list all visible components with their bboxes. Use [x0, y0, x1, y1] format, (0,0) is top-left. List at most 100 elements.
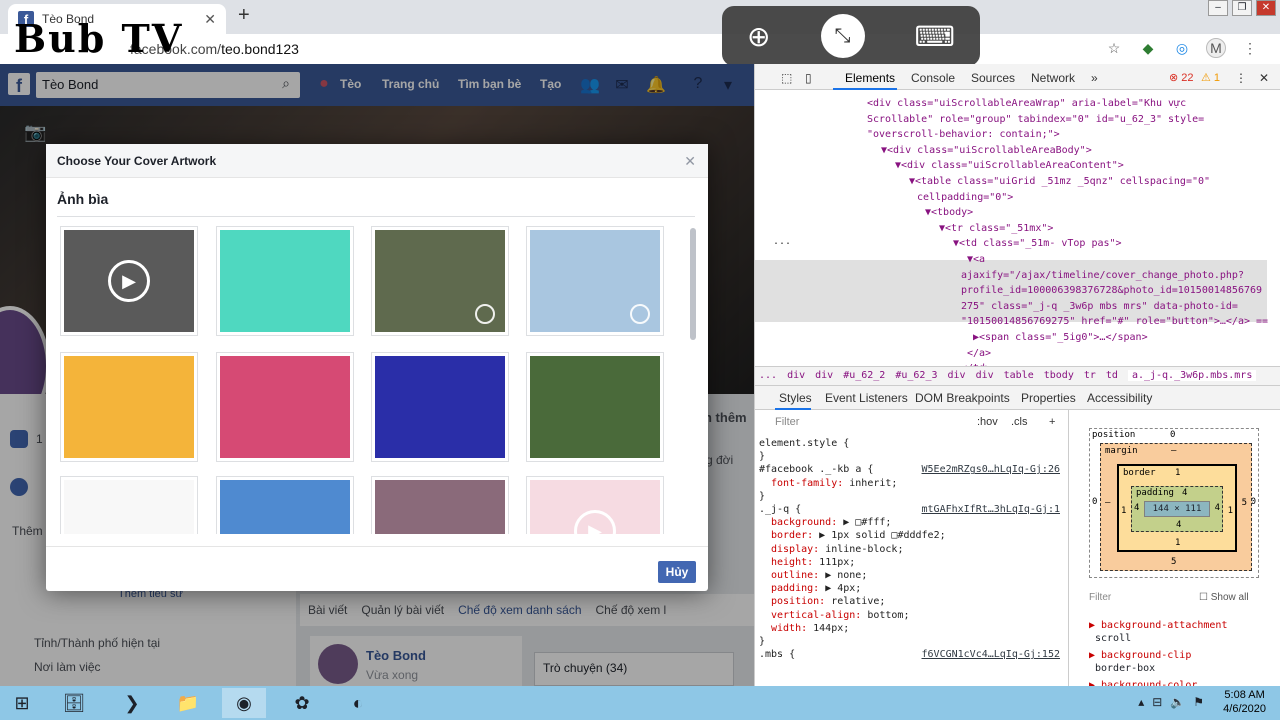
- error-count[interactable]: ⊗ 22: [1169, 71, 1194, 84]
- style-property[interactable]: position: relative;: [771, 596, 885, 607]
- breadcrumb-item[interactable]: div: [815, 370, 833, 381]
- breadcrumb-item[interactable]: ...: [759, 370, 777, 381]
- tab-network[interactable]: Network: [1031, 71, 1075, 85]
- thumb-blue-sky[interactable]: [216, 476, 354, 534]
- breadcrumb-item[interactable]: #u_62_2: [843, 370, 885, 381]
- class-toggle[interactable]: .cls: [1011, 416, 1028, 428]
- chrome-icon[interactable]: ◉: [222, 688, 266, 718]
- dom-line[interactable]: ▼<td class="_51m- vTop pas">: [953, 238, 1122, 249]
- network-icon[interactable]: ⊟: [1152, 695, 1162, 709]
- style-property[interactable]: display: inline-block;: [771, 544, 903, 555]
- computed-property[interactable]: ▶ background-clip: [1089, 650, 1191, 661]
- dom-line[interactable]: Scrollable" role="group" tabindex="0" id…: [867, 114, 1204, 125]
- tab-more[interactable]: »: [1091, 71, 1098, 85]
- tab-event-listeners[interactable]: Event Listeners: [825, 391, 908, 405]
- style-selector[interactable]: #facebook ._-kb a {: [759, 464, 873, 475]
- close-tab-icon[interactable]: ✕: [204, 11, 216, 28]
- style-property[interactable]: height: 111px;: [771, 557, 855, 568]
- computed-property[interactable]: ▶ background-attachment: [1089, 620, 1227, 631]
- window-close-icon[interactable]: ✕: [1256, 0, 1276, 16]
- close-icon[interactable]: ✕: [684, 153, 696, 170]
- dom-line[interactable]: ▶<span class="_5ig0">…</span>: [973, 332, 1148, 343]
- tab-sources[interactable]: Sources: [971, 71, 1015, 85]
- computed-filter-input[interactable]: Filter: [1089, 592, 1111, 603]
- breadcrumb-item[interactable]: div: [948, 370, 966, 381]
- dom-line[interactable]: <div class="uiScrollableAreaWrap" aria-l…: [867, 98, 1186, 109]
- remote-connection-icon[interactable]: ⤡: [820, 14, 865, 58]
- dom-line[interactable]: cellpadding="0">: [917, 192, 1013, 203]
- clock[interactable]: 5:08 AM 4/6/2020: [1223, 688, 1266, 716]
- tab-accessibility[interactable]: Accessibility: [1087, 391, 1152, 405]
- dom-line[interactable]: ▼<div class="uiScrollableAreaContent">: [895, 160, 1124, 171]
- settings-icon[interactable]: ⋮: [1235, 71, 1247, 85]
- show-all-checkbox[interactable]: ☐ Show all: [1199, 592, 1249, 603]
- thumb-hearts-video[interactable]: ▶: [526, 476, 664, 534]
- breadcrumb-item[interactable]: #u_62_3: [895, 370, 937, 381]
- style-selector[interactable]: }: [759, 491, 765, 502]
- windows-start-icon[interactable]: ⊞: [0, 688, 44, 718]
- dom-line[interactable]: "10150014856769275" href="#" role="butto…: [961, 316, 1268, 327]
- tray-expand-icon[interactable]: ▴: [1138, 695, 1144, 709]
- tab-elements[interactable]: Elements: [845, 71, 895, 85]
- thumb-blue-kaleidoscope[interactable]: [371, 352, 509, 462]
- hover-toggle[interactable]: :hov: [977, 416, 998, 428]
- keyboard-icon[interactable]: ⌨: [915, 20, 955, 53]
- extension-icon[interactable]: ◆: [1138, 38, 1158, 58]
- breadcrumb-item[interactable]: td: [1106, 370, 1118, 381]
- restore-icon[interactable]: ❐: [1232, 0, 1252, 16]
- style-property[interactable]: font-family: inherit;: [771, 478, 897, 489]
- thumb-sunset-mountain[interactable]: [371, 476, 509, 534]
- messenger-extension-icon[interactable]: ◎: [1172, 38, 1192, 58]
- profile-avatar[interactable]: M: [1206, 38, 1226, 58]
- style-property[interactable]: padding: ▶ 4px;: [771, 583, 861, 594]
- style-selector[interactable]: element.style {: [759, 438, 849, 449]
- zoom-in-icon[interactable]: ⊕: [747, 20, 770, 53]
- new-rule-icon[interactable]: +: [1049, 416, 1055, 428]
- warning-count[interactable]: ⚠ 1: [1201, 71, 1220, 84]
- dialog-scrollbar[interactable]: [690, 228, 696, 340]
- stylesheet-link[interactable]: W5Ee2mRZgs0…hLqIq-Gj:26: [922, 464, 1060, 475]
- dom-line[interactable]: ▼<a: [967, 254, 985, 265]
- new-tab-icon[interactable]: +: [238, 4, 250, 27]
- play-icon[interactable]: ▶: [108, 260, 150, 302]
- firefox-icon[interactable]: ◐: [336, 688, 380, 718]
- thumb-forest-waterfall[interactable]: [526, 352, 664, 462]
- breadcrumb-item[interactable]: div: [976, 370, 994, 381]
- dom-line[interactable]: profile_id=100006398376728&photo_id=1015…: [961, 285, 1262, 296]
- bookmark-star-icon[interactable]: ☆: [1104, 38, 1124, 58]
- style-property[interactable]: border: ▶ 1px solid □#dddfe2;: [771, 530, 946, 541]
- dom-line[interactable]: ▼<table class="uiGrid _51mz _5qnz" cells…: [909, 176, 1210, 187]
- play-icon[interactable]: ▶: [574, 510, 616, 534]
- style-selector[interactable]: }: [759, 636, 765, 647]
- thumb-yellow-pattern[interactable]: [60, 352, 198, 462]
- dom-line[interactable]: 275" class="_j-q _3w6p mbs mrs" data-pho…: [961, 301, 1238, 312]
- styles-filter-input[interactable]: Filter: [775, 416, 799, 428]
- dom-line[interactable]: </a>: [967, 348, 991, 359]
- stylesheet-link[interactable]: mtGAFhxIfRt…3hLqIq-Gj:1: [922, 504, 1060, 515]
- volume-icon[interactable]: 🔈: [1170, 695, 1185, 709]
- cancel-button[interactable]: Hủy: [658, 561, 696, 583]
- breadcrumb-item[interactable]: table: [1004, 370, 1034, 381]
- thumb-waterfall-cliff[interactable]: [371, 226, 509, 336]
- flag-icon[interactable]: ⚑: [1193, 695, 1204, 709]
- style-property[interactable]: background: ▶ □#fff;: [771, 517, 891, 528]
- dom-line[interactable]: "overscroll-behavior: contain;">: [867, 129, 1060, 140]
- file-explorer-icon[interactable]: 📁: [166, 688, 210, 718]
- dom-line[interactable]: ▼<tbody>: [925, 207, 973, 218]
- menu-dots-icon[interactable]: ⋮: [1240, 38, 1260, 58]
- thumb-sky-clouds[interactable]: [526, 226, 664, 336]
- thumb-rocks-video[interactable]: ▶: [60, 226, 198, 336]
- breadcrumb-item[interactable]: div: [787, 370, 805, 381]
- server-manager-icon[interactable]: 🗄: [52, 688, 96, 718]
- device-toolbar-icon[interactable]: ▯: [805, 71, 812, 85]
- thumb-teal-pattern[interactable]: [216, 226, 354, 336]
- style-selector[interactable]: .mbs {: [759, 649, 795, 660]
- powershell-icon[interactable]: ❯: [110, 688, 154, 718]
- tab-console[interactable]: Console: [911, 71, 955, 85]
- minimize-icon[interactable]: –: [1208, 0, 1228, 16]
- tab-properties[interactable]: Properties: [1021, 391, 1076, 405]
- dom-line[interactable]: ▼<tr class="_51mx">: [939, 223, 1053, 234]
- style-property[interactable]: width: 144px;: [771, 623, 849, 634]
- tab-styles[interactable]: Styles: [779, 391, 812, 405]
- dom-line[interactable]: ajaxify="/ajax/timeline/cover_change_pho…: [961, 270, 1244, 281]
